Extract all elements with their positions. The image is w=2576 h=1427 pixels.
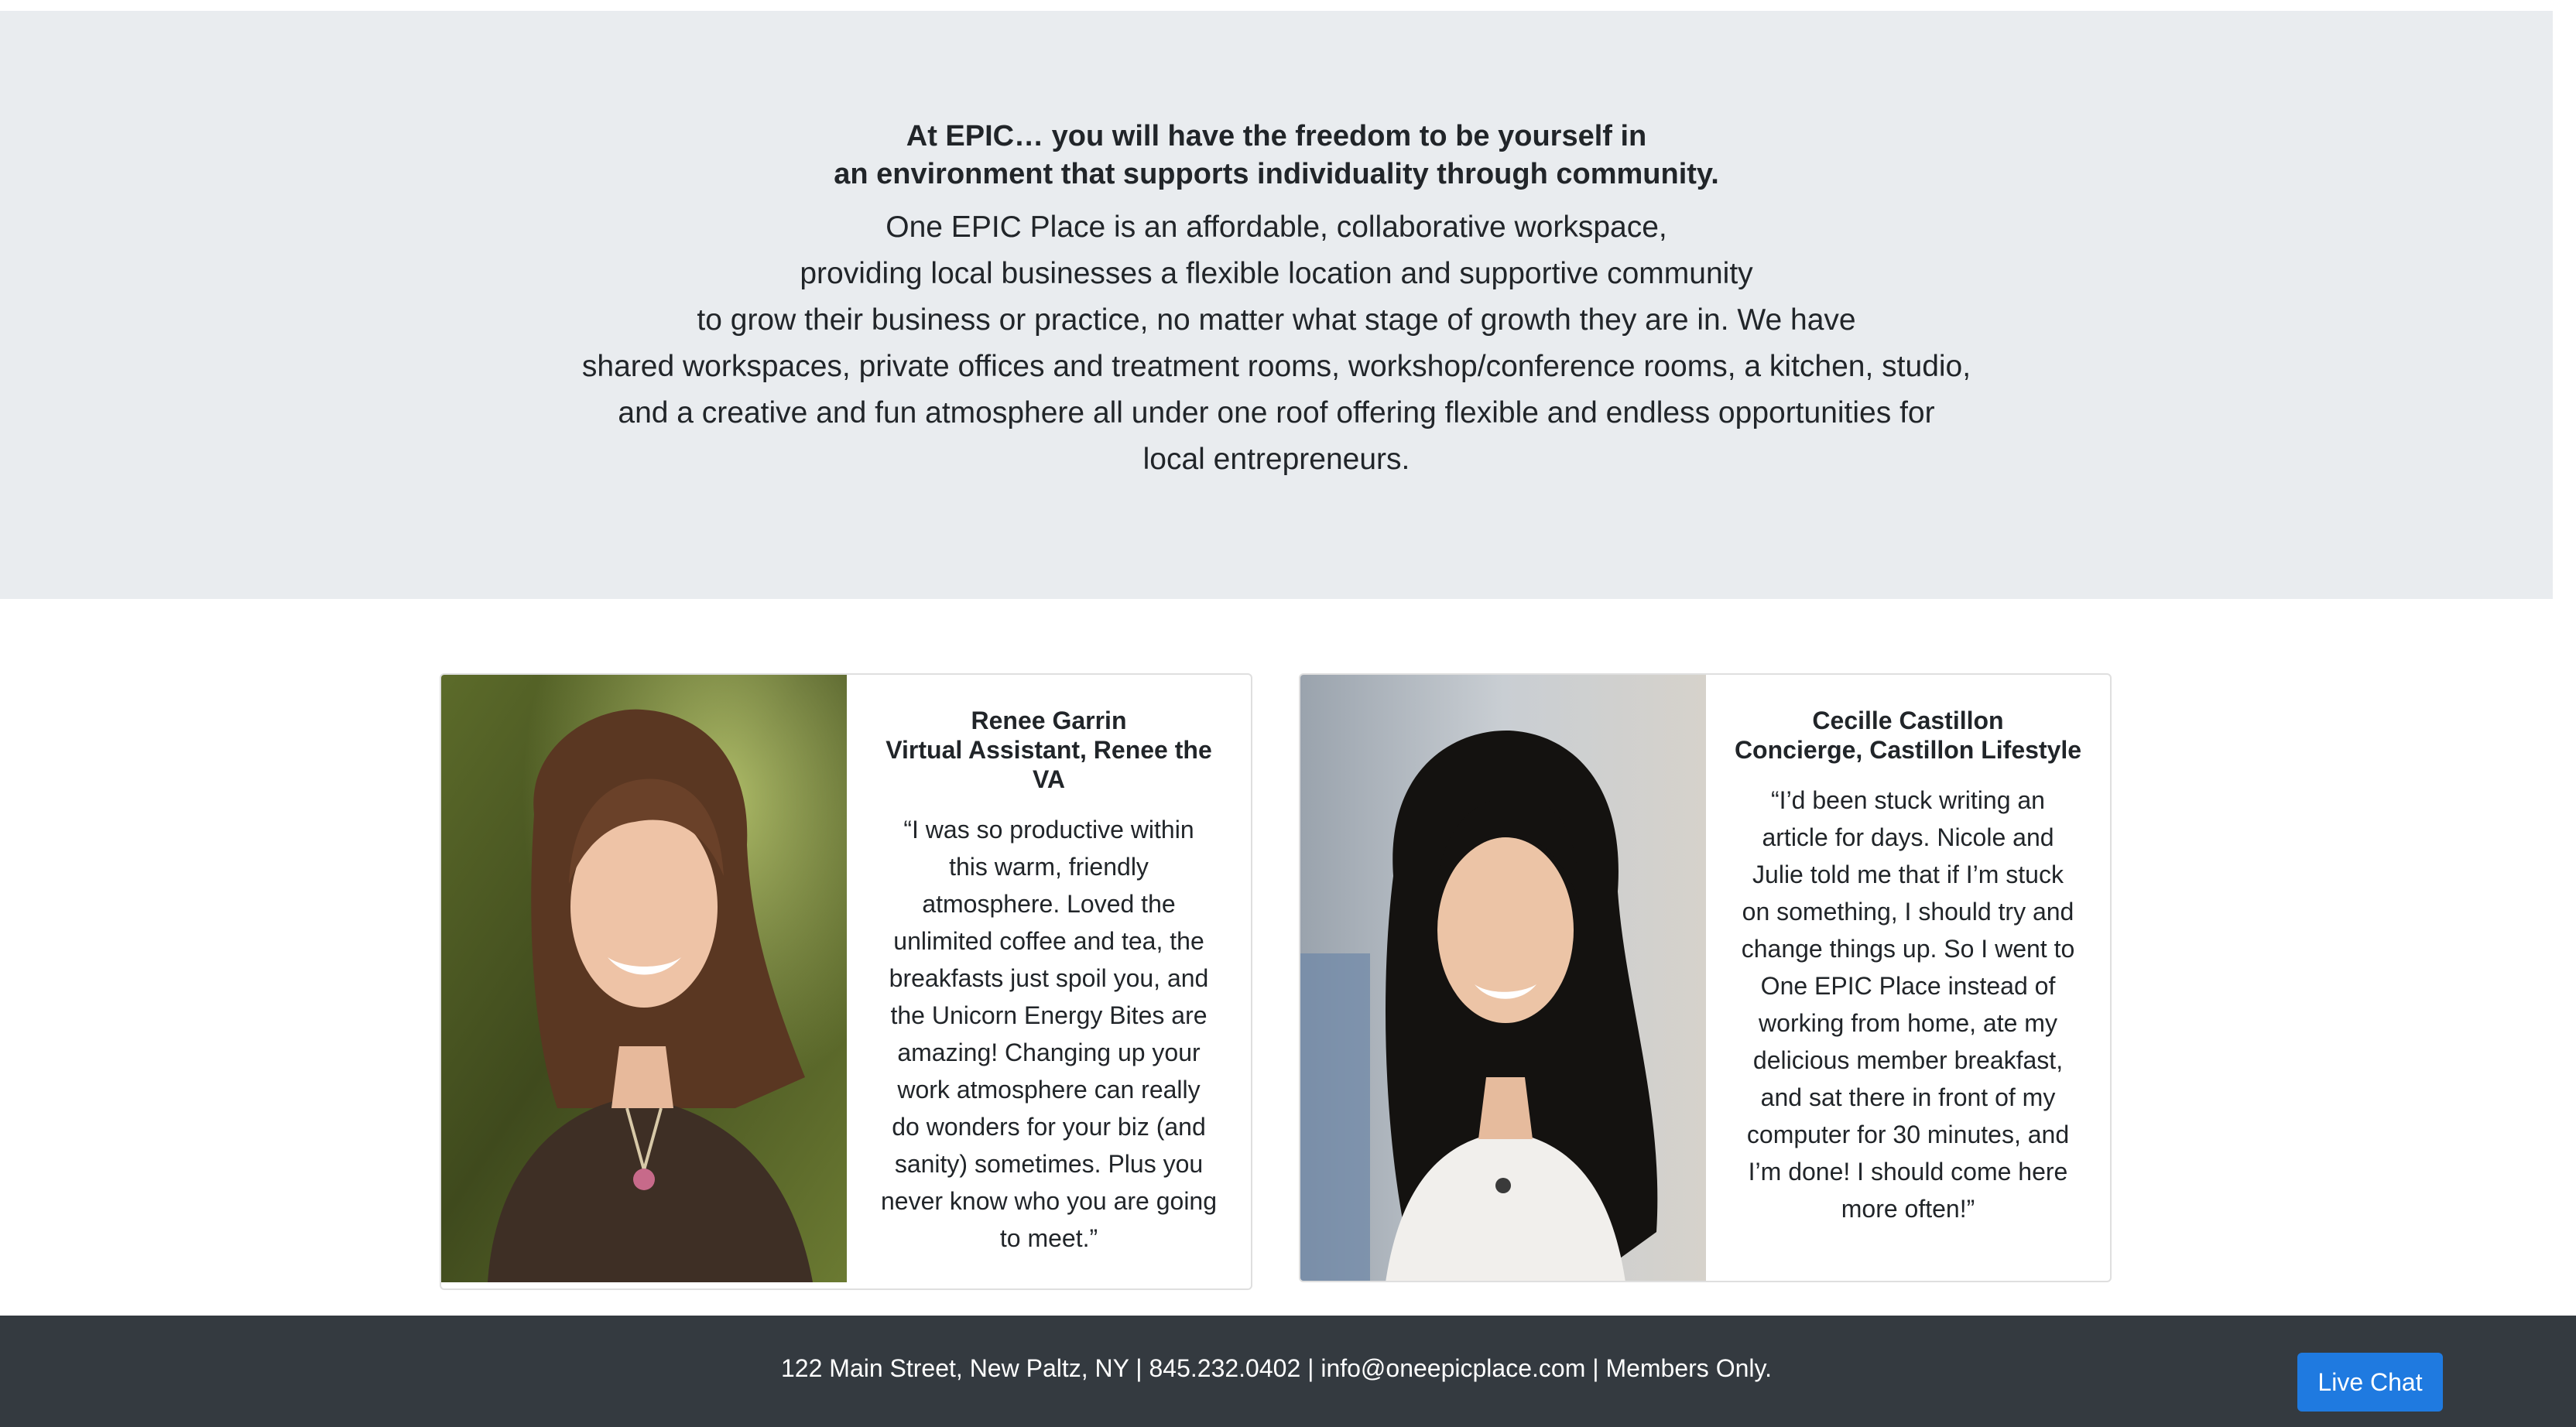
quote-line: this warm, friendly <box>949 853 1149 881</box>
portrait-woman-brown-hair-image <box>441 675 847 1282</box>
live-chat-button[interactable]: Live Chat <box>2297 1353 2443 1412</box>
intro-body-line: providing local businesses a flexible lo… <box>800 257 1753 290</box>
testimonial-card-renee: Renee Garrin Virtual Assistant, Renee th… <box>440 673 1252 1290</box>
quote-line: atmosphere. Loved the <box>922 890 1176 918</box>
testimonial-quote: “I was so productive within this warm, f… <box>875 811 1223 1257</box>
quote-line: sanity) sometimes. Plus you <box>894 1150 1204 1178</box>
quote-line: amazing! Changing up your <box>897 1039 1201 1066</box>
person-title-line: VA <box>1032 765 1066 793</box>
quote-line: “I was so productive within <box>903 816 1194 844</box>
portrait-woman-dark-hair-image <box>1300 675 1706 1281</box>
quote-line: computer for 30 minutes, and <box>1746 1121 2070 1148</box>
person-title-line: Virtual Assistant, Renee the <box>886 736 1212 764</box>
intro-body: One EPIC Place is an affordable, collabo… <box>0 204 2553 483</box>
intro-body-line: and a creative and fun atmosphere all un… <box>618 396 1935 429</box>
quote-line: never know who you are going <box>880 1187 1218 1215</box>
intro-heading-line: an environment that supports individuali… <box>834 158 1719 190</box>
quote-line: One EPIC Place instead of <box>1760 972 2056 1000</box>
intro-heading-line: At EPIC… you will have the freedom to be… <box>906 120 1647 152</box>
quote-line: work atmosphere can really <box>897 1076 1201 1104</box>
quote-line: the Unicorn Energy Bites are <box>890 1001 1208 1029</box>
testimonial-name: Cecille Castillon Concierge, Castillon L… <box>1734 706 2082 765</box>
quote-line: and sat there in front of my <box>1760 1083 2056 1111</box>
testimonial-text-renee: Renee Garrin Virtual Assistant, Renee th… <box>847 706 1251 1257</box>
person-title-line: Concierge, Castillon Lifestyle <box>1734 736 2082 764</box>
quote-line: do wonders for your biz (and <box>892 1113 1206 1141</box>
quote-line: unlimited coffee and tea, the <box>893 927 1204 955</box>
quote-line: delicious member breakfast, <box>1752 1046 2064 1074</box>
quote-line: I’m done! I should come here <box>1748 1158 2068 1186</box>
intro-heading: At EPIC… you will have the freedom to be… <box>0 118 2553 193</box>
testimonial-quote: “I’d been stuck writing an article for d… <box>1734 782 2082 1227</box>
quote-line: change things up. So I went to <box>1741 935 2075 963</box>
quote-line: more often!” <box>1841 1195 1975 1223</box>
quote-line: Julie told me that if I’m stuck <box>1752 861 2064 888</box>
intro-section: At EPIC… you will have the freedom to be… <box>0 11 2553 599</box>
intro-body-line: local entrepreneurs. <box>1142 443 1410 476</box>
intro-body-line: shared workspaces, private offices and t… <box>581 350 1971 383</box>
quote-line: to meet.” <box>999 1224 1098 1252</box>
site-footer: 122 Main Street, New Paltz, NY | 845.232… <box>0 1316 2576 1427</box>
quote-line: working from home, ate my <box>1759 1009 2057 1037</box>
quote-line: article for days. Nicole and <box>1762 823 2054 851</box>
testimonial-photo-renee <box>441 675 847 1282</box>
quote-line: “I’d been stuck writing an <box>1771 786 2045 814</box>
testimonial-card-cecille: Cecille Castillon Concierge, Castillon L… <box>1299 673 2112 1282</box>
testimonial-name: Renee Garrin Virtual Assistant, Renee th… <box>875 706 1223 794</box>
intro-body-line: to grow their business or practice, no m… <box>697 303 1856 337</box>
testimonial-text-cecille: Cecille Castillon Concierge, Castillon L… <box>1706 706 2110 1227</box>
person-name: Cecille Castillon <box>1812 707 2004 734</box>
quote-line: on something, I should try and <box>1742 898 2074 926</box>
intro-body-line: One EPIC Place is an affordable, collabo… <box>886 210 1667 244</box>
person-name: Renee Garrin <box>971 707 1127 734</box>
quote-line: breakfasts just spoil you, and <box>889 964 1209 992</box>
footer-contact-text: 122 Main Street, New Paltz, NY | 845.232… <box>781 1354 1772 1382</box>
testimonial-photo-cecille <box>1300 675 1706 1281</box>
